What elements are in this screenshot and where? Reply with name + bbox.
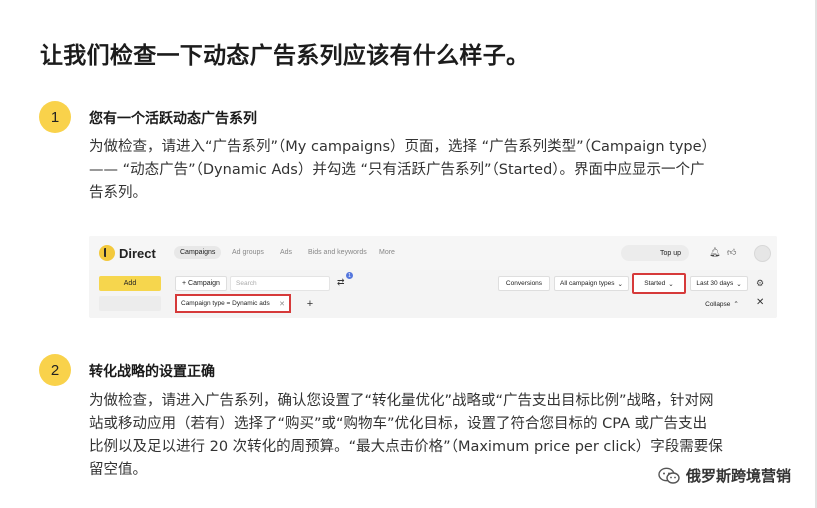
direct-screenshot: Direct Campaigns Ad groups Ads Bids and … <box>89 236 777 318</box>
campaign-type-filter-chip[interactable]: Campaign type = Dynamic ads ✕ <box>175 294 291 313</box>
direct-logo-icon <box>99 245 115 261</box>
step-2-line: 为做检查，请进入广告系列，确认您设置了“转化量优化”战略或“广告支出目标比例”战… <box>89 393 714 409</box>
step-1-body: 为做检查，请进入“广告系列”（My campaigns）页面，选择 “广告系列类… <box>89 136 779 205</box>
step-2-line: 站或移动应用（若有）选择了“购买”或“购物车”优化目标，设置了符合您目标的 CP… <box>89 416 708 432</box>
sort-icon[interactable]: ⇄ <box>337 277 345 288</box>
chevron-up-icon: ⌃ <box>733 301 739 308</box>
bell-icon[interactable]: 🔔︎ <box>709 247 720 258</box>
date-range-label: Last 30 days <box>696 280 734 287</box>
tab-ads[interactable]: Ads <box>274 246 298 259</box>
add-button[interactable]: Add <box>99 276 161 291</box>
step-1-title: 您有一个活跃动态广告系列 <box>89 111 257 127</box>
direct-logo-text: Direct <box>119 245 156 261</box>
conversions-button[interactable]: Conversions <box>498 276 550 291</box>
tab-more[interactable]: More <box>373 246 401 259</box>
tab-ad-groups[interactable]: Ad groups <box>226 246 270 259</box>
step-2-badge: 2 <box>39 354 71 386</box>
add-filter-icon[interactable]: + <box>303 297 317 311</box>
avatar[interactable] <box>754 245 771 262</box>
watermark: 俄罗斯跨境营销 <box>658 465 791 486</box>
tab-campaigns[interactable]: Campaigns <box>174 246 222 259</box>
step-1-line: 为做检查，请进入“广告系列”（My campaigns）页面，选择 “广告系列类… <box>89 139 717 155</box>
started-select[interactable]: Started ⌄ <box>632 273 686 294</box>
step-1-line: 告系列。 <box>89 185 147 201</box>
add-campaign-button[interactable]: + Campaign <box>175 276 227 291</box>
chevron-down-icon: ⌄ <box>668 280 674 288</box>
sidebar-placeholder <box>99 296 161 311</box>
close-icon[interactable]: ✕ <box>279 300 285 308</box>
notification-badge: 1 <box>346 272 353 279</box>
tab-bids-keywords[interactable]: Bids and keywords <box>302 246 373 259</box>
campaign-types-select[interactable]: All campaign types ⌄ <box>554 276 629 291</box>
watermark-text: 俄罗斯跨境营销 <box>685 467 791 485</box>
step-2-line: 比例以及足以进行 20 次转化的周预算。“最大点击价格”（Maximum pri… <box>89 439 723 455</box>
thumbs-up-icon[interactable]: 👍︎ <box>727 247 736 258</box>
step-2-title: 转化战略的设置正确 <box>89 364 215 380</box>
step-1-badge: 1 <box>39 101 71 133</box>
page-title: 让我们检查一下动态广告系列应该有什么样子。 <box>40 43 530 69</box>
gear-icon[interactable]: ⚙ <box>756 278 764 289</box>
step-1-line: —— “动态广告”（Dynamic Ads）并勾选 “只有活跃广告系列”（Sta… <box>89 162 705 178</box>
date-range-select[interactable]: Last 30 days ⌄ <box>690 276 748 291</box>
direct-navbar: Direct Campaigns Ad groups Ads Bids and … <box>89 236 777 270</box>
chevron-down-icon: ⌄ <box>617 280 623 288</box>
collapse-label: Collapse <box>705 300 731 308</box>
top-up-button[interactable]: Top up <box>621 245 689 261</box>
filter-chip-label: Campaign type = Dynamic ads <box>181 300 270 307</box>
started-label: Started <box>644 280 666 287</box>
campaign-types-label: All campaign types <box>559 280 615 287</box>
chevron-down-icon: ⌄ <box>736 280 742 288</box>
direct-logo[interactable]: Direct <box>99 245 156 261</box>
close-filters-icon[interactable]: ✕ <box>756 297 764 308</box>
wechat-icon <box>658 467 680 484</box>
search-input[interactable]: Search <box>230 276 330 291</box>
collapse-button[interactable]: Collapse ⌃ <box>695 297 749 311</box>
